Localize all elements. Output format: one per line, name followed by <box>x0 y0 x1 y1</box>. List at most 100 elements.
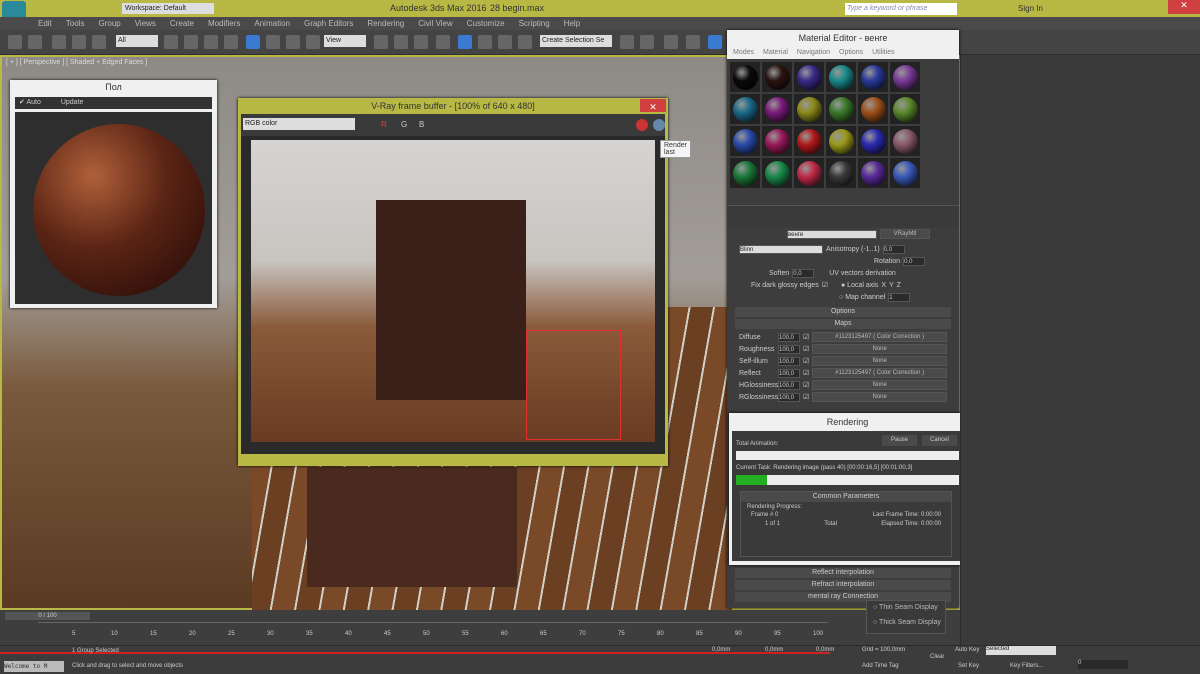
channel-select[interactable]: RGB color <box>243 118 355 130</box>
menu-utilities[interactable]: Utilities <box>872 47 895 59</box>
menu-material[interactable]: Material <box>763 47 788 59</box>
viewport-label[interactable]: [ + ] [ Perspective ] [ Shaded + Edged F… <box>6 59 147 66</box>
map-amount[interactable]: 100,0 <box>778 356 800 366</box>
menu-views[interactable]: Views <box>135 17 156 30</box>
pause-button[interactable]: Pause <box>882 435 917 446</box>
render-setup-icon[interactable] <box>686 35 700 49</box>
vfb-close-button[interactable]: ✕ <box>640 99 666 112</box>
layer-explorer-icon[interactable] <box>664 35 678 49</box>
menu-scripting[interactable]: Scripting <box>519 17 550 30</box>
refract-interp-rollout[interactable]: Refract interpolation <box>735 580 951 590</box>
menu-rendering[interactable]: Rendering <box>367 17 404 30</box>
z-coord[interactable]: 0,0mm <box>816 647 834 653</box>
rotate-icon[interactable] <box>266 35 280 49</box>
menu-options[interactable]: Options <box>839 47 863 59</box>
green-channel-button[interactable]: G <box>401 120 407 129</box>
close-button[interactable]: ✕ <box>1168 0 1200 14</box>
menu-group[interactable]: Group <box>98 17 120 30</box>
pivot-icon[interactable] <box>374 35 388 49</box>
material-slot[interactable] <box>858 62 888 92</box>
key-mode-select[interactable]: Selected <box>986 646 1056 655</box>
menu-create[interactable]: Create <box>170 17 194 30</box>
auto-key-button[interactable]: Auto Key <box>955 647 979 653</box>
key-filters-button[interactable]: Key Filters... <box>1010 663 1043 669</box>
material-type-button[interactable]: VRayMtl <box>880 229 930 239</box>
map-amount[interactable]: 100,0 <box>778 332 800 342</box>
material-slot[interactable] <box>762 158 792 188</box>
keyboard-shortcut-icon[interactable] <box>414 35 428 49</box>
move-icon[interactable] <box>246 35 260 49</box>
track-bar[interactable]: 5 10 15 20 25 30 35 40 45 50 55 60 65 70 75 80 85 90 95 100 <box>38 622 828 642</box>
map-enable-checkbox[interactable]: ☑ <box>803 333 809 341</box>
window-crossing-icon[interactable] <box>224 35 238 49</box>
reflect-interp-rollout[interactable]: Reflect interpolation <box>735 568 951 578</box>
fix-dark-checkbox[interactable]: ☑ <box>822 281 828 289</box>
material-slot[interactable] <box>890 94 920 124</box>
map-button[interactable]: None <box>812 380 947 390</box>
map-button[interactable]: None <box>812 392 947 402</box>
menu-graph-editors[interactable]: Graph Editors <box>304 17 353 30</box>
render-frame-icon[interactable] <box>708 35 722 49</box>
auto-checkbox[interactable]: ✔ Auto <box>19 97 41 109</box>
material-slot[interactable] <box>794 94 824 124</box>
axis-x[interactable]: X <box>881 282 886 289</box>
menu-civil-view[interactable]: Civil View <box>418 17 453 30</box>
material-slot[interactable] <box>794 158 824 188</box>
material-slot[interactable] <box>858 94 888 124</box>
bind-spacewarp-icon[interactable] <box>92 35 106 49</box>
menu-customize[interactable]: Customize <box>467 17 505 30</box>
material-slot[interactable] <box>858 126 888 156</box>
stop-render-icon[interactable] <box>636 119 648 131</box>
workspace-select[interactable]: Workspace: Default <box>122 3 214 14</box>
select-by-name-icon[interactable] <box>184 35 198 49</box>
map-amount[interactable]: 100,0 <box>778 344 800 354</box>
material-slot[interactable] <box>762 62 792 92</box>
red-channel-button[interactable]: R <box>381 120 387 129</box>
menu-edit[interactable]: Edit <box>38 17 52 30</box>
map-amount[interactable]: 100,0 <box>778 392 800 402</box>
map-button[interactable]: #1123125497 ( Color Correction ) <box>812 368 947 378</box>
percent-snap-icon[interactable] <box>478 35 492 49</box>
soften-field[interactable]: 0,0 <box>792 268 815 278</box>
material-slot[interactable] <box>826 126 856 156</box>
menu-tools[interactable]: Tools <box>66 17 85 30</box>
local-axis-radio[interactable]: ● Local axis <box>841 282 878 289</box>
material-slot[interactable] <box>730 126 760 156</box>
axis-y[interactable]: Y <box>889 282 894 289</box>
material-slot[interactable] <box>858 158 888 188</box>
sign-in-link[interactable]: Sign In <box>1018 4 1043 13</box>
scale-icon[interactable] <box>286 35 300 49</box>
map-button[interactable]: None <box>812 356 947 366</box>
named-selection-set[interactable]: Create Selection Se <box>540 35 612 47</box>
material-slot[interactable] <box>826 94 856 124</box>
time-slider[interactable]: 0 / 100 <box>5 612 90 620</box>
material-slot[interactable] <box>730 158 760 188</box>
map-enable-checkbox[interactable]: ☑ <box>803 345 809 353</box>
reference-coord-select[interactable]: View <box>324 35 366 47</box>
maxscript-listener[interactable]: Welcome to M <box>4 661 64 672</box>
add-time-tag[interactable]: Add Time Tag <box>862 663 899 669</box>
axis-z[interactable]: Z <box>897 282 901 289</box>
redo-icon[interactable] <box>28 35 42 49</box>
material-slot[interactable] <box>730 94 760 124</box>
y-coord[interactable]: 0,0mm <box>765 647 783 653</box>
material-slot[interactable] <box>826 62 856 92</box>
render-last-icon[interactable] <box>653 119 665 131</box>
cancel-button[interactable]: Cancel <box>922 435 957 446</box>
material-slot[interactable] <box>762 126 792 156</box>
map-button[interactable]: #1123125497 ( Color Correction ) <box>812 332 947 342</box>
mirror-icon[interactable] <box>620 35 634 49</box>
menu-animation[interactable]: Animation <box>254 17 290 30</box>
menu-modes[interactable]: Modes <box>733 47 754 59</box>
thick-seam-radio[interactable]: ○ Thick Seam Display <box>873 619 941 626</box>
material-slot[interactable] <box>730 62 760 92</box>
edit-named-selection-icon[interactable] <box>518 35 532 49</box>
select-object-icon[interactable] <box>164 35 178 49</box>
map-channel-radio[interactable]: ○ Map channel <box>839 294 885 301</box>
select-manipulate-icon[interactable] <box>394 35 408 49</box>
maps-rollout[interactable]: Maps <box>735 319 951 329</box>
thin-seam-radio[interactable]: ○ Thin Seam Display <box>873 604 938 611</box>
selection-filter[interactable]: All <box>116 35 158 47</box>
map-enable-checkbox[interactable]: ☑ <box>803 381 809 389</box>
rotation-field[interactable]: 0,0 <box>903 256 926 266</box>
